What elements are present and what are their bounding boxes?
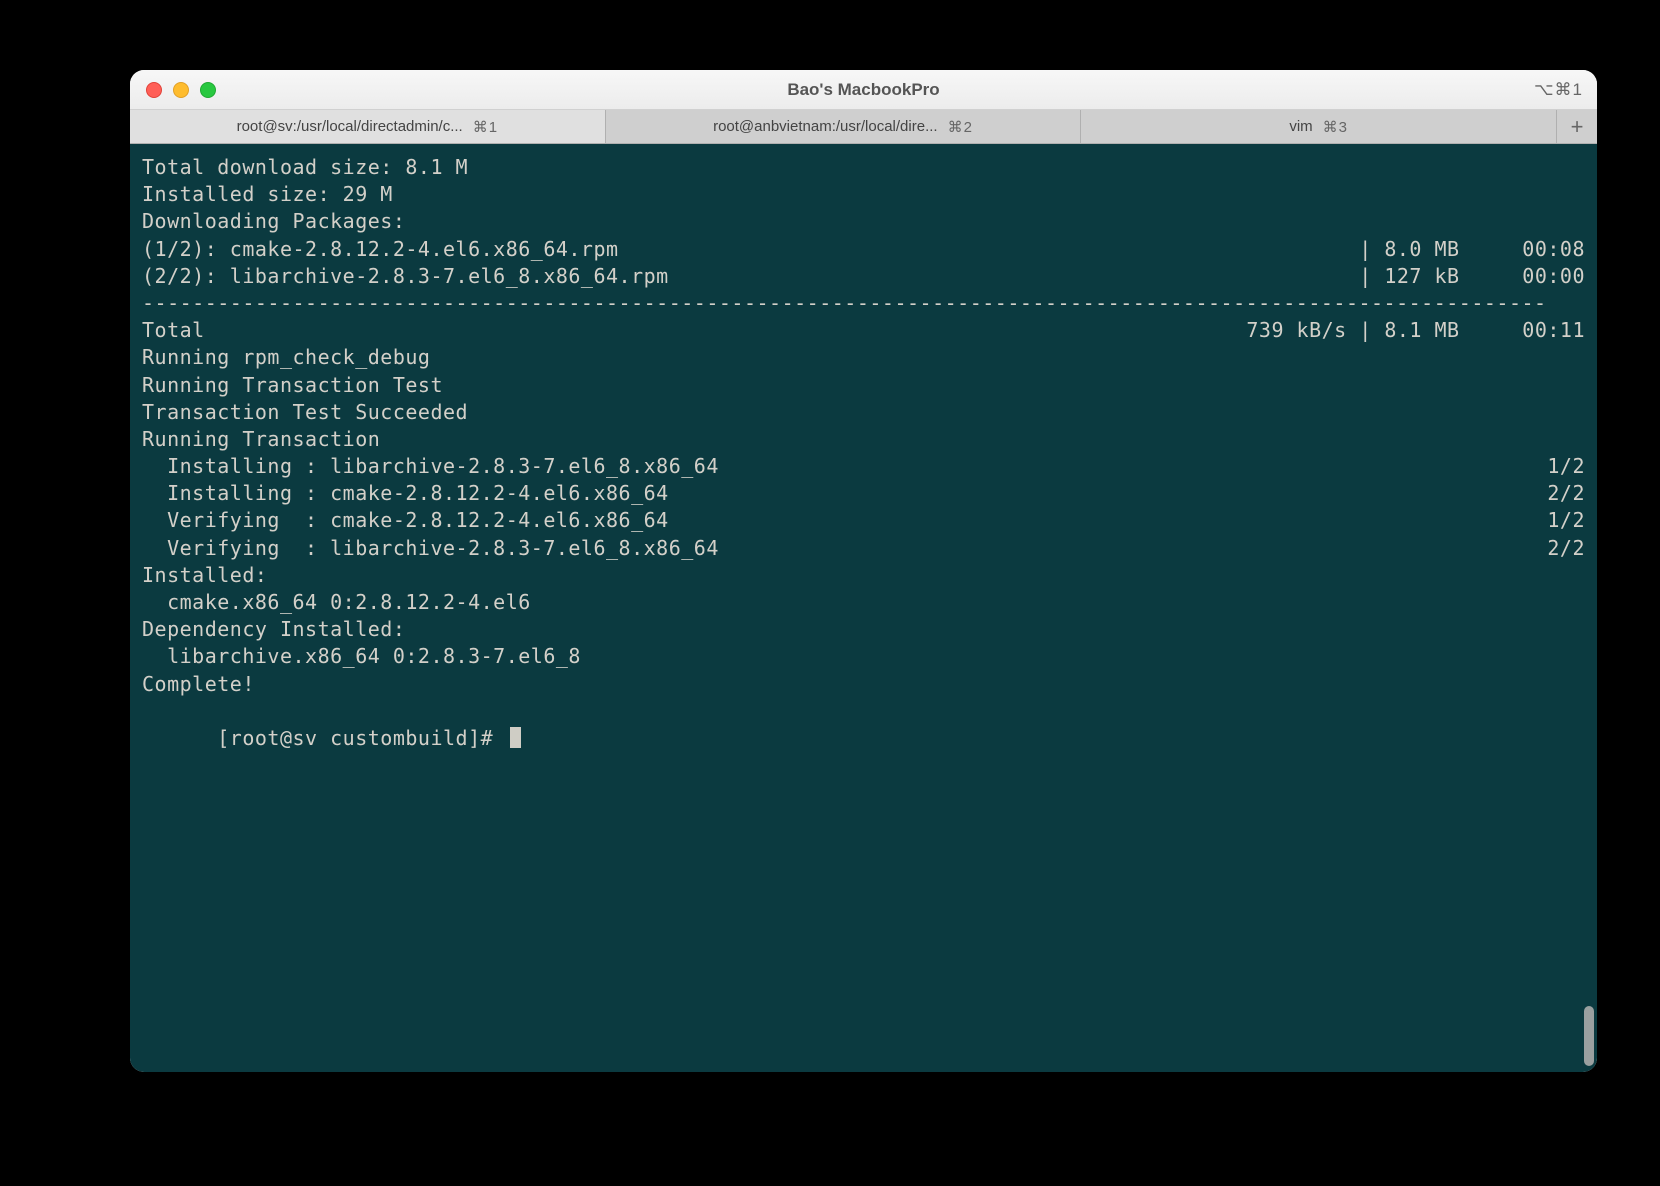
tab-label: root@anbvietnam:/usr/local/dire... [713,118,938,135]
terminal-line: Downloading Packages: [142,208,1585,235]
terminal-line: Total739 kB/s | 8.1 MB 00:11 [142,317,1585,344]
terminal-line: Installed: [142,562,1585,589]
scroll-thumb[interactable] [1584,1006,1594,1066]
terminal-line: Running Transaction Test [142,372,1585,399]
window-shortcut: ⌥⌘1 [1534,80,1583,100]
terminal-line: Verifying : libarchive-2.8.3-7.el6_8.x86… [142,535,1585,562]
terminal-line: Complete! [142,671,1585,698]
terminal-line: Dependency Installed: [142,616,1585,643]
terminal-line: cmake.x86_64 0:2.8.12.2-4.el6 [142,589,1585,616]
terminal-viewport[interactable]: Total download size: 8.1 MInstalled size… [130,144,1597,1072]
tab-label: root@sv:/usr/local/directadmin/c... [237,118,463,135]
tab-2[interactable]: root@anbvietnam:/usr/local/dire... ⌘2 [606,110,1082,143]
terminal-line: Installed size: 29 M [142,181,1585,208]
prompt-text: [root@sv custombuild]# [217,726,505,750]
new-tab-button[interactable]: + [1557,110,1597,143]
tab-shortcut: ⌘2 [948,118,973,136]
terminal-output: Total download size: 8.1 MInstalled size… [142,154,1585,698]
prompt-line[interactable]: [root@sv custombuild]# [142,698,1585,780]
vertical-scrollbar[interactable] [1579,144,1595,1072]
terminal-line: libarchive.x86_64 0:2.8.3-7.el6_8 [142,643,1585,670]
terminal-line: Transaction Test Succeeded [142,399,1585,426]
terminal-line: (2/2): libarchive-2.8.3-7.el6_8.x86_64.r… [142,263,1585,290]
tab-label: vim [1289,118,1312,135]
tab-1[interactable]: root@sv:/usr/local/directadmin/c... ⌘1 [130,110,606,143]
terminal-line: Total download size: 8.1 M [142,154,1585,181]
terminal-line: Running rpm_check_debug [142,344,1585,371]
terminal-line: Installing : cmake-2.8.12.2-4.el6.x86_64… [142,480,1585,507]
tab-3[interactable]: vim ⌘3 [1081,110,1557,143]
tab-shortcut: ⌘3 [1323,118,1348,136]
terminal-line: (1/2): cmake-2.8.12.2-4.el6.x86_64.rpm| … [142,236,1585,263]
terminal-line: Verifying : cmake-2.8.12.2-4.el6.x86_641… [142,507,1585,534]
tab-bar: root@sv:/usr/local/directadmin/c... ⌘1 r… [130,110,1597,144]
titlebar[interactable]: Bao's MacbookPro ⌥⌘1 [130,70,1597,110]
terminal-window: Bao's MacbookPro ⌥⌘1 root@sv:/usr/local/… [130,70,1597,1072]
tab-shortcut: ⌘1 [473,118,498,136]
terminal-line: Installing : libarchive-2.8.3-7.el6_8.x8… [142,453,1585,480]
separator-line: ----------------------------------------… [142,290,1585,317]
terminal-line: Running Transaction [142,426,1585,453]
window-title: Bao's MacbookPro [130,80,1597,100]
plus-icon: + [1571,114,1584,140]
cursor-icon [510,727,521,748]
